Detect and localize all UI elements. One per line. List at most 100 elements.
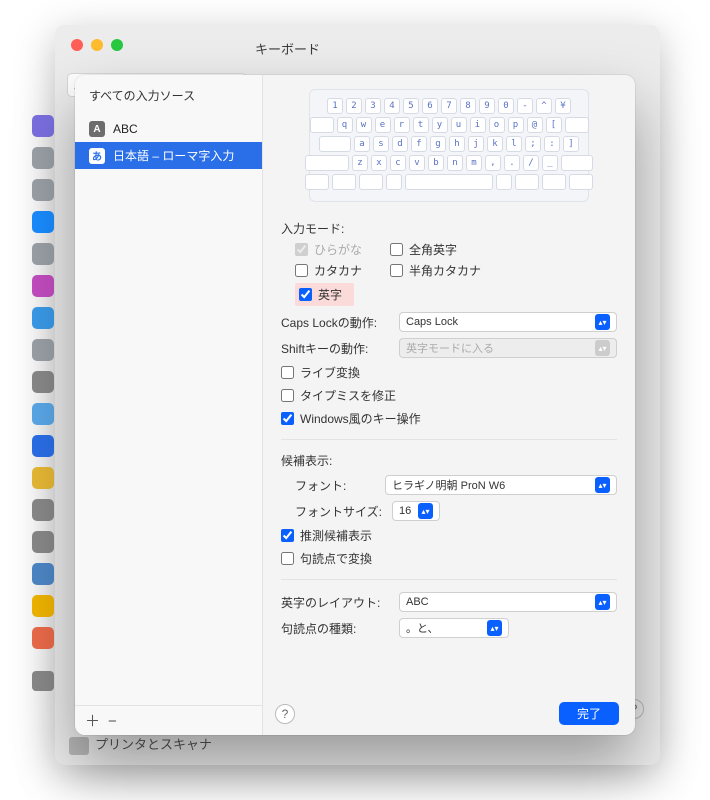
- printer-icon: [69, 737, 89, 755]
- input-sources-sheet: すべての入力ソース AABCあ日本語 – ローマ字入力 ＋− 123456789…: [75, 75, 635, 735]
- key: [: [546, 117, 562, 133]
- key: s: [373, 136, 389, 152]
- font-select[interactable]: ヒラギノ明朝 ProN W6▴▾: [385, 475, 617, 495]
- key: r: [394, 117, 410, 133]
- prefpane-icon[interactable]: [32, 563, 54, 585]
- key: i: [470, 117, 486, 133]
- key: p: [508, 117, 524, 133]
- close-icon[interactable]: [71, 39, 83, 51]
- capslock-label: Caps Lockの動作:: [281, 314, 389, 331]
- zoom-icon[interactable]: [111, 39, 123, 51]
- font-label: フォント:: [281, 477, 375, 494]
- fontsize-select[interactable]: 16▴▾: [392, 501, 440, 521]
- key: k: [487, 136, 503, 152]
- punct-type-select[interactable]: 。と、▴▾: [399, 618, 509, 638]
- key: ;: [525, 136, 541, 152]
- eiji-layout-select[interactable]: ABC▴▾: [399, 592, 617, 612]
- key: -: [517, 98, 533, 114]
- prefpane-icon[interactable]: [32, 435, 54, 457]
- key: _: [542, 155, 558, 171]
- prefpane-icon[interactable]: [32, 531, 54, 553]
- prefpane-icon[interactable]: [32, 211, 54, 233]
- key: 8: [460, 98, 476, 114]
- key: g: [430, 136, 446, 152]
- key: w: [356, 117, 372, 133]
- done-button[interactable]: 完了: [559, 702, 619, 725]
- typo-fix-checkbox[interactable]: タイプミスを修正: [281, 387, 617, 404]
- key: d: [392, 136, 408, 152]
- prefpane-icon[interactable]: [32, 275, 54, 297]
- key: o: [489, 117, 505, 133]
- punct-convert-checkbox[interactable]: 句読点で変換: [281, 550, 617, 567]
- key: ¥: [555, 98, 571, 114]
- sidebar-item-printers[interactable]: プリンタとスキャナ: [95, 734, 212, 753]
- keyboard-icon[interactable]: [32, 671, 54, 691]
- key: 5: [403, 98, 419, 114]
- traffic-lights: [55, 25, 660, 65]
- prefpane-icon[interactable]: [32, 467, 54, 489]
- keyboard-preview: 1234567890-^¥qwertyuiop@[asdfghjkl;:]zxc…: [309, 89, 589, 202]
- mode-zenkaku[interactable]: 全角英字: [390, 241, 457, 258]
- key: f: [411, 136, 427, 152]
- key: 4: [384, 98, 400, 114]
- source-label: 日本語 – ローマ字入力: [113, 147, 234, 164]
- prefpane-icon[interactable]: [32, 339, 54, 361]
- key: b: [428, 155, 444, 171]
- source-label: ABC: [113, 122, 138, 136]
- sheet-footer: ? 完了: [275, 702, 619, 725]
- punct-type-label: 句読点の種類:: [281, 620, 389, 637]
- mode-hankata[interactable]: 半角カタカナ: [390, 262, 481, 279]
- mode-katakana[interactable]: カタカナ: [295, 262, 362, 279]
- prefpane-icon[interactable]: [32, 147, 54, 169]
- key: u: [451, 117, 467, 133]
- prefpane-icon[interactable]: [32, 179, 54, 201]
- key: @: [527, 117, 543, 133]
- prefpane-icon[interactable]: [32, 403, 54, 425]
- live-conversion-checkbox[interactable]: ライブ変換: [281, 364, 617, 381]
- prefpane-icon[interactable]: [32, 307, 54, 329]
- key: .: [504, 155, 520, 171]
- add-source-button[interactable]: ＋: [85, 713, 108, 730]
- eiji-layout-label: 英字のレイアウト:: [281, 594, 389, 611]
- key: ^: [536, 98, 552, 114]
- predict-checkbox[interactable]: 推測候補表示: [281, 527, 617, 544]
- key: n: [447, 155, 463, 171]
- mode-hiragana: ひらがな: [295, 241, 362, 258]
- key: h: [449, 136, 465, 152]
- help-icon[interactable]: ?: [275, 704, 295, 724]
- source-sidebar: すべての入力ソース A ABC あ日本語 – ローマ字入力 ＋−: [75, 75, 263, 735]
- key: e: [375, 117, 391, 133]
- capslock-select[interactable]: Caps Lock▴▾: [399, 312, 617, 332]
- source-badge-icon: あ: [89, 148, 105, 164]
- source-ops: ＋−: [75, 705, 262, 735]
- windows-keys-checkbox[interactable]: Windows風のキー操作: [281, 410, 617, 427]
- prefpane-icons: [32, 115, 54, 691]
- candidate-label: 候補表示:: [281, 452, 617, 469]
- shift-select: 英字モードに入る▴▾: [399, 338, 617, 358]
- prefpane-icon[interactable]: [32, 115, 54, 137]
- window-title: キーボード: [255, 39, 320, 58]
- key: v: [409, 155, 425, 171]
- key: z: [352, 155, 368, 171]
- prefpane-icon[interactable]: [32, 627, 54, 649]
- fontsize-label: フォントサイズ:: [281, 503, 382, 520]
- source-badge-icon: A: [89, 121, 105, 137]
- prefpane-icon[interactable]: [32, 499, 54, 521]
- key: 0: [498, 98, 514, 114]
- prefpane-icon[interactable]: [32, 595, 54, 617]
- key: 7: [441, 98, 457, 114]
- key: 1: [327, 98, 343, 114]
- source-item[interactable]: あ日本語 – ローマ字入力: [75, 142, 262, 169]
- mode-eiji[interactable]: 英字: [295, 283, 354, 306]
- sidebar-header: すべての入力ソース: [75, 87, 262, 116]
- key: 9: [479, 98, 495, 114]
- key: ]: [563, 136, 579, 152]
- source-item[interactable]: A ABC: [75, 116, 262, 142]
- minimize-icon[interactable]: [91, 39, 103, 51]
- key: x: [371, 155, 387, 171]
- key: ,: [485, 155, 501, 171]
- remove-source-button[interactable]: −: [108, 713, 125, 730]
- prefpane-icon[interactable]: [32, 371, 54, 393]
- input-mode-label: 入力モード:: [281, 220, 617, 237]
- prefpane-icon[interactable]: [32, 243, 54, 265]
